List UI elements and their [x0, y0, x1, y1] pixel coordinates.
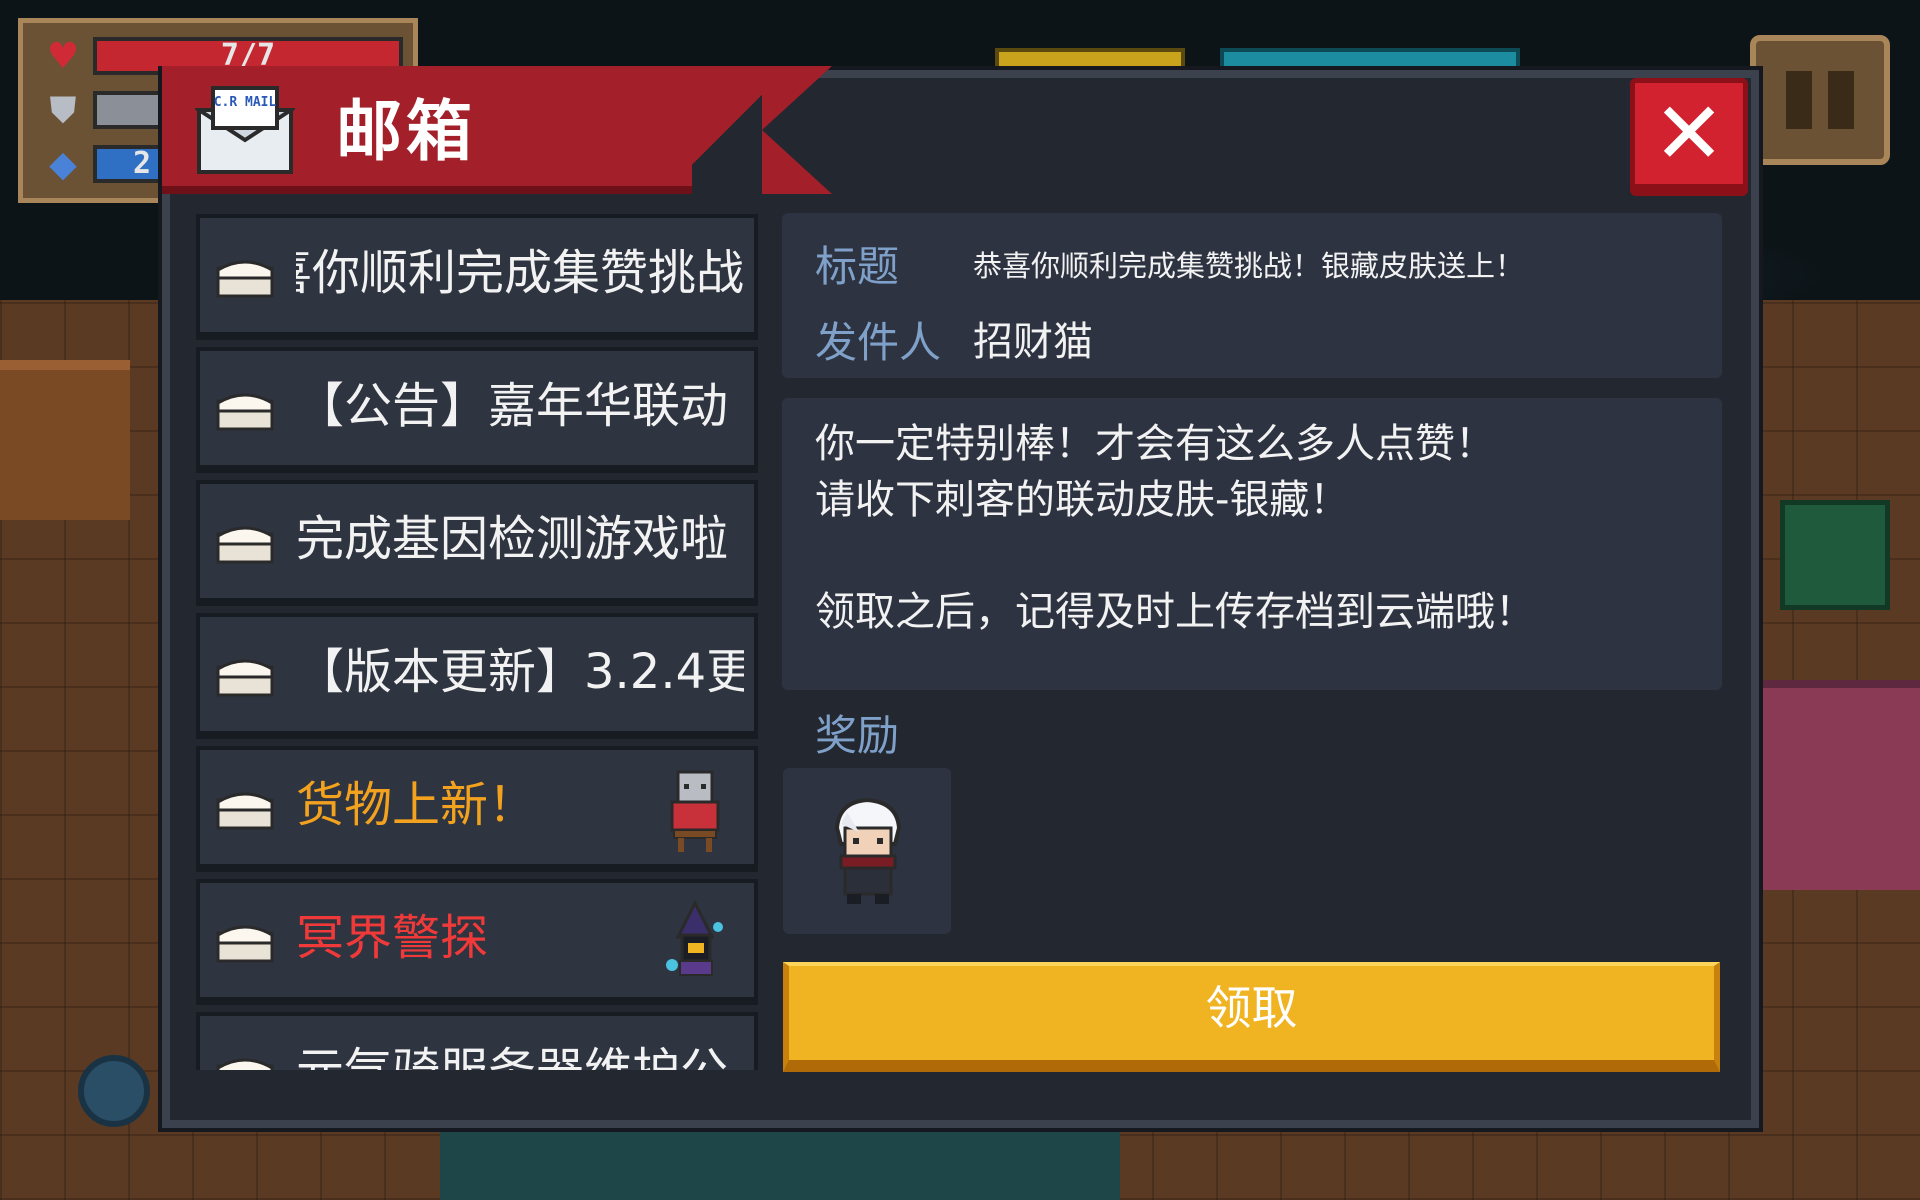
armor-row: ⛊ — [43, 91, 83, 131]
energy-gem-icon: ◆ — [49, 144, 77, 185]
heart-icon: ♥ — [46, 36, 80, 77]
mail-list-item-label: 【版本更新】3.2.4更 — [296, 644, 744, 700]
pause-icon — [1786, 71, 1812, 129]
envelope-icon — [216, 1058, 274, 1070]
close-button[interactable]: ✕ — [1630, 78, 1748, 196]
mail-meta-box: 标题 恭喜你顺利完成集赞挑战！银藏皮肤送上！ 发件人 招财猫 — [782, 213, 1722, 378]
shield-icon: ⛊ — [49, 90, 77, 131]
mail-list-item[interactable]: 冥界警探 — [196, 879, 758, 1005]
envelope-icon — [216, 260, 274, 298]
mail-list-item[interactable]: 货物上新！ — [196, 746, 758, 872]
mailbox-title: 邮箱 — [336, 93, 476, 170]
envelope-icon — [216, 792, 274, 830]
mail-list-item-label: 完成基因检测游戏啦 — [296, 511, 729, 567]
mail-list-item-label: 恭喜你顺利完成集赞挑战！ — [296, 245, 744, 301]
ghost-detective-icon — [666, 899, 723, 976]
mail-body: 你一定特别棒！才会有这么多人点赞！ 请收下刺客的联动皮肤-银藏！ 领取之后，记得及时… — [782, 398, 1722, 690]
silver-hair-assassin-skin-icon — [834, 797, 902, 904]
reward-slot[interactable] — [783, 768, 951, 934]
claim-button[interactable]: 领取 — [783, 962, 1720, 1072]
sender-value: 招财猫 — [973, 319, 1093, 365]
mailbox-icon-text: C.R MAIL — [214, 95, 277, 110]
reward-label: 奖励 — [815, 711, 900, 760]
energy-row: ◆ — [43, 145, 83, 185]
background-table — [0, 360, 130, 520]
background-stall — [1750, 680, 1920, 890]
mailbox-icon: C.R MAIL — [195, 86, 295, 174]
envelope-icon — [216, 925, 274, 963]
pause-icon-right — [1828, 71, 1854, 129]
mail-list-item[interactable]: 完成基因检测游戏啦 — [196, 480, 758, 606]
boss-bar-teal — [1220, 48, 1520, 72]
mail-list-item[interactable]: 恭喜你顺利完成集赞挑战！ — [196, 214, 758, 340]
mail-body-line: 领取之后，记得及时上传存档到云端哦！ — [815, 589, 1535, 635]
mail-list-item[interactable]: 【版本更新】3.2.4更 — [196, 613, 758, 739]
mail-list-item[interactable]: 【公告】嘉年华联动 — [196, 347, 758, 473]
mail-list-item[interactable]: 元气骑服务器维护公 — [196, 1012, 758, 1070]
title-label: 标题 — [815, 242, 900, 291]
mail-title-value: 恭喜你顺利完成集赞挑战！银藏皮肤送上！ — [973, 249, 1525, 283]
close-icon: ✕ — [1652, 83, 1726, 184]
pause-button[interactable] — [1750, 35, 1890, 165]
mail-body-line: 你一定特别棒！才会有这么多人点赞！ — [815, 421, 1495, 467]
envelope-icon — [216, 659, 274, 697]
mail-list[interactable]: 恭喜你顺利完成集赞挑战！ 【公告】嘉年华联动完成基因检测游戏啦【版本更新】3.2.… — [196, 214, 758, 1070]
boss-bar-yellow — [995, 48, 1185, 72]
envelope-icon — [216, 393, 274, 431]
envelope-icon — [216, 526, 274, 564]
background-shelf — [1780, 500, 1890, 610]
mail-list-item-label: 【公告】嘉年华联动 — [296, 378, 729, 434]
mail-body-line: 请收下刺客的联动皮肤-银藏！ — [815, 477, 1350, 523]
background-floor-band — [440, 1130, 1120, 1200]
health-row: ♥ — [43, 37, 83, 77]
background-pot — [78, 1055, 150, 1127]
sender-label: 发件人 — [815, 318, 942, 367]
mail-body-line — [815, 528, 1689, 584]
header-notch — [692, 66, 762, 194]
cat-merchant-icon — [670, 770, 720, 852]
mail-list-item-label: 元气骑服务器维护公 — [296, 1038, 744, 1070]
